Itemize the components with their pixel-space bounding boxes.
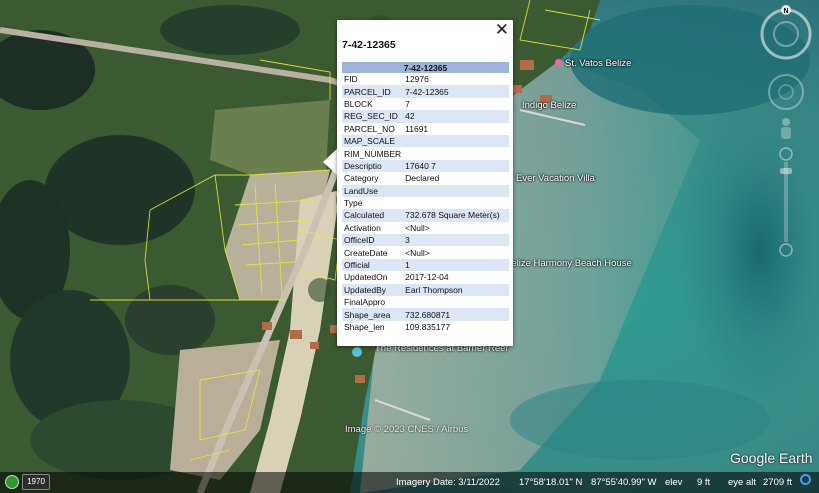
attribute-row: Shape_len 109.835177	[342, 321, 509, 333]
attribute-key: FinalAppro	[344, 297, 386, 308]
attribute-row: Calculated 732.678 Square Meter(s)	[342, 209, 509, 222]
attribute-value: 109.835177	[405, 322, 451, 332]
attribute-key: MAP_SCALE	[342, 134, 404, 148]
status-bar: Imagery Date: 3/11/2022 17°58'18.01" N 8…	[0, 472, 819, 493]
attribute-value: Earl Thompson	[403, 283, 509, 297]
attribute-row: MAP_SCALE	[342, 134, 509, 148]
attribute-key: Type	[344, 198, 363, 209]
attribute-value: 12976	[405, 74, 429, 85]
attribute-key: PARCEL_ID	[342, 85, 404, 98]
attribute-key: Category	[344, 173, 379, 184]
attribute-key: BLOCK	[344, 98, 373, 109]
attribute-key: Shape_area	[342, 308, 404, 321]
attribute-row: Descriptio 17640 7	[342, 159, 509, 173]
historical-year-button[interactable]: 1970	[22, 474, 50, 490]
attribute-value	[403, 147, 509, 159]
attribute-key: Shape_len	[344, 322, 385, 332]
attribute-row: LandUse	[342, 184, 509, 197]
longitude-readout: 87°55'40.99" W	[591, 477, 657, 488]
elevation-value: 9 ft	[697, 477, 711, 488]
attribute-value: 7	[405, 98, 410, 109]
attribute-key: Activation	[344, 222, 381, 233]
attribute-row: FinalAppro	[342, 296, 509, 308]
attribute-key: UpdatedOn	[344, 272, 388, 283]
attribute-table: 7-42-12365 FID 12976 PARCEL_ID 7-42-12365 BL…	[342, 62, 509, 333]
popup-pointer	[323, 148, 338, 176]
look-joystick-icon	[768, 74, 804, 110]
attribute-value: 732.680871	[403, 308, 509, 321]
attribute-key: REG_SEC_ID	[342, 110, 404, 123]
attribute-value	[403, 134, 509, 148]
place-label-indigo[interactable]: Indigo Belize	[522, 100, 576, 111]
attribute-value: 7-42-12365	[403, 85, 509, 98]
imagery-copyright: Image © 2023 CNES / Airbus	[345, 424, 469, 435]
attribute-value: 2017-12-04	[405, 272, 449, 283]
attribute-row: Shape_area 732.680871	[342, 308, 509, 321]
attribute-key: OfficeID	[342, 234, 404, 247]
latitude-readout: 17°58'18.01" N	[519, 477, 583, 488]
attribute-value	[403, 197, 509, 209]
attribute-row: Category Declared	[342, 172, 509, 184]
attribute-row: FID 12976	[342, 73, 509, 85]
elevation-label: elev	[665, 477, 683, 488]
compass-ring-icon	[760, 8, 812, 60]
attribute-row: BLOCK 7	[342, 98, 509, 110]
street-view-pegman-icon	[781, 118, 791, 139]
historical-imagery-icon[interactable]	[5, 475, 19, 489]
place-label-st-vatos[interactable]: St. Vatos Belize	[555, 58, 631, 69]
attribute-value: <Null>	[405, 222, 430, 233]
attribute-value: 42	[403, 110, 509, 123]
attribute-value: 3	[403, 234, 509, 247]
attribute-row: OfficeID 3	[342, 234, 509, 247]
attribute-row: Type	[342, 197, 509, 209]
attribute-row: Activation <Null>	[342, 222, 509, 234]
attribute-key: Official	[342, 258, 404, 272]
attribute-value: 11691	[405, 123, 429, 134]
eye-alt-label: eye alt	[728, 477, 756, 488]
place-label-harmony[interactable]: Belize Harmony Beach House	[505, 258, 632, 269]
attribute-value	[403, 296, 509, 308]
attribute-row: PARCEL_ID 7-42-12365	[342, 85, 509, 98]
streaming-status-icon	[800, 474, 811, 485]
attribute-value: <Null>	[405, 247, 430, 258]
place-label-ever-vacation[interactable]: Ever Vacation Villa	[516, 173, 595, 184]
compass-north-label: N	[783, 8, 788, 15]
imagery-date: Imagery Date: 3/11/2022	[396, 477, 500, 488]
attribute-key: Calculated	[342, 209, 404, 222]
attribute-key: FID	[344, 74, 358, 85]
attribute-key: CreateDate	[344, 247, 388, 258]
attribute-value	[403, 184, 509, 197]
attribute-key: PARCEL_NO	[344, 123, 395, 134]
attribute-key: UpdatedBy	[342, 283, 404, 297]
popup-title: 7-42-12365	[342, 39, 396, 51]
attribute-table-header: 7-42-12365	[342, 62, 509, 73]
attribute-row: UpdatedBy Earl Thompson	[342, 283, 509, 297]
close-icon[interactable]: ✕	[495, 20, 509, 40]
attribute-key: RIM_NUMBER	[344, 148, 402, 159]
attribute-value: 732.678 Square Meter(s)	[403, 209, 509, 222]
attribute-row: PARCEL_NO 11691	[342, 123, 509, 135]
pink-place-marker-icon	[555, 59, 562, 66]
attribute-row: REG_SEC_ID 42	[342, 110, 509, 123]
attribute-value: 1	[403, 258, 509, 272]
attribute-key: LandUse	[342, 184, 404, 197]
attribute-row: UpdatedOn 2017-12-04	[342, 271, 509, 283]
navigation-controls[interactable]: N	[758, 4, 814, 264]
attribute-row: Official 1	[342, 258, 509, 272]
attribute-value: Declared	[405, 173, 440, 184]
attribute-row: RIM_NUMBER	[342, 147, 509, 159]
attribute-row: CreateDate <Null>	[342, 246, 509, 258]
eye-alt-value: 2709 ft	[763, 477, 793, 488]
attribute-key: Descriptio	[342, 159, 404, 173]
attribute-value: 17640 7	[403, 159, 509, 173]
parcel-info-popup: ✕ 7-42-12365 7-42-12365 FID 12976 PARCEL_I…	[337, 20, 513, 346]
google-earth-logo: Google Earth	[730, 450, 813, 466]
zoom-slider-icon	[779, 147, 793, 257]
